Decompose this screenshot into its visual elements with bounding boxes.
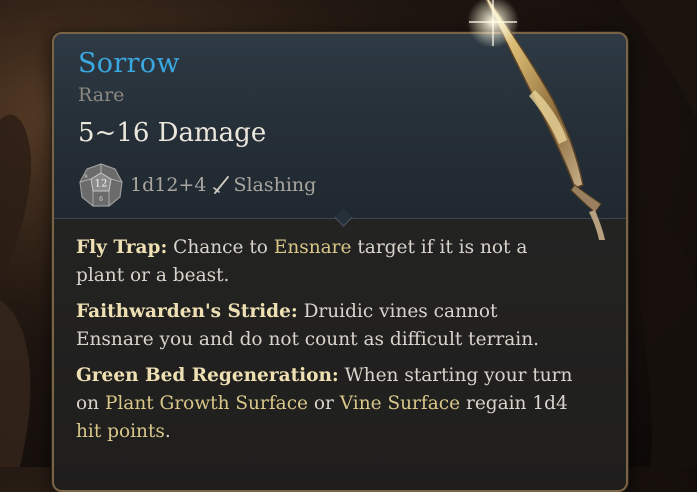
sword-icon xyxy=(213,176,230,194)
item-name: Sorrow xyxy=(78,48,180,79)
effect-text: regain 1d4 xyxy=(460,393,568,414)
die-face-small-a: 9 xyxy=(84,174,87,180)
damage-dice: 1d12+4 xyxy=(130,174,207,196)
item-rarity: Rare xyxy=(78,84,125,106)
effect-title: Fly Trap: xyxy=(76,237,168,258)
damage-range: 5~16 Damage xyxy=(78,118,267,148)
glaive-blade-icon xyxy=(467,0,605,240)
keyword-hit-points[interactable]: hit points xyxy=(76,421,165,442)
effect-text: . xyxy=(164,421,171,442)
keyword-plant-growth-surface[interactable]: Plant Growth Surface xyxy=(105,393,308,414)
damage-dice-row: 12 9 6 1d12+4 Slashing xyxy=(78,162,316,208)
effect-fly-trap: Fly Trap: Chance to Ensnare target if it… xyxy=(76,234,576,290)
effect-faithwardens-stride: Faithwarden's Stride: Druidic vines cann… xyxy=(76,298,576,354)
effect-text: Chance to xyxy=(167,237,274,258)
die-face-number: 12 xyxy=(95,179,108,190)
effect-green-bed-regeneration: Green Bed Regeneration: When starting yo… xyxy=(76,362,576,446)
effect-text: or xyxy=(308,393,340,414)
keyword-ensnare[interactable]: Ensnare xyxy=(274,237,352,258)
damage-type: Slashing xyxy=(233,174,317,196)
keyword-vine-surface[interactable]: Vine Surface xyxy=(340,393,460,414)
effects-list: Fly Trap: Chance to Ensnare target if it… xyxy=(76,234,576,454)
d12-die-icon: 12 9 6 xyxy=(79,163,123,207)
die-face-small-b: 6 xyxy=(99,196,103,203)
effect-title: Green Bed Regeneration: xyxy=(76,365,339,386)
effect-title: Faithwarden's Stride: xyxy=(76,301,298,322)
